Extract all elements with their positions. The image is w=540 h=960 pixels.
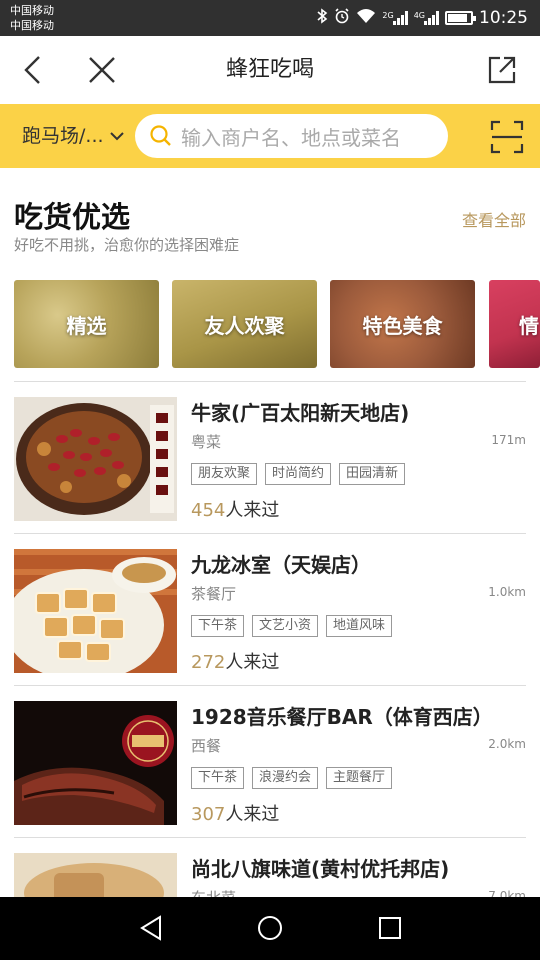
share-button[interactable]: [486, 54, 518, 86]
signal-sim1-icon: 2G: [382, 11, 408, 25]
sim2-network-label: 4G: [413, 11, 425, 20]
close-icon: [89, 57, 115, 83]
tag-list: 下午茶 浪漫约会 主题餐厅: [191, 767, 393, 789]
restaurant-row[interactable]: 尚北八旗味道(黄村优托邦店) 东北菜 7.0km: [14, 839, 526, 897]
tag: 朋友欢聚: [191, 463, 258, 485]
sim1-network-label: 2G: [382, 11, 394, 20]
visit-suffix: 人来过: [225, 804, 280, 825]
tag: 文艺小资: [252, 615, 319, 637]
tag: 地道风味: [326, 615, 393, 637]
search-icon: [150, 125, 171, 146]
battery-icon: [445, 11, 476, 25]
category-label: 特色美食: [362, 313, 443, 338]
bluetooth-icon: [316, 8, 328, 28]
close-button[interactable]: [86, 54, 118, 86]
carrier-1-label: 中国移动: [10, 4, 54, 17]
tag: 浪漫约会: [252, 767, 319, 789]
restaurant-category: 茶餐厅: [191, 585, 237, 603]
restaurant-distance: 171m: [491, 433, 526, 447]
triangle-back-icon: [140, 915, 161, 941]
section-title: 吃货优选: [14, 200, 131, 234]
nav-recents-button[interactable]: [375, 913, 405, 943]
chevron-down-icon: [109, 132, 124, 141]
tag: 下午茶: [191, 767, 245, 789]
visit-count: 307人来过: [191, 800, 279, 826]
location-label: 跑马场/...: [22, 125, 104, 147]
system-navigation-bar: [0, 897, 540, 960]
visit-suffix: 人来过: [225, 500, 280, 521]
restaurant-category: 东北菜: [191, 887, 236, 897]
restaurant-name: 牛家(广百太阳新天地店): [191, 401, 410, 425]
category-card-friends[interactable]: 友人欢聚: [172, 280, 317, 368]
visit-count: 272人来过: [191, 648, 279, 674]
restaurant-name: 1928音乐餐厅BAR（体育西店）: [191, 705, 493, 729]
back-button[interactable]: [18, 54, 50, 86]
divider: [14, 381, 526, 382]
wifi-icon: [356, 8, 376, 28]
category-carousel[interactable]: 精选 友人欢聚 特色美食 情: [14, 280, 540, 368]
see-all-link[interactable]: 查看全部: [462, 207, 526, 231]
restaurant-row[interactable]: 九龙冰室（天娱店） 茶餐厅 1.0km 下午茶 文艺小资 地道风味 272人来过: [14, 535, 526, 673]
scan-button[interactable]: [490, 120, 524, 154]
restaurant-distance: 7.0km: [488, 889, 526, 897]
chevron-left-icon: [24, 56, 40, 84]
tag: 时尚简约: [265, 463, 332, 485]
divider: [14, 685, 526, 686]
restaurant-photo: [14, 701, 177, 825]
nav-home-button[interactable]: [255, 913, 285, 943]
restaurant-distance: 2.0km: [488, 737, 526, 751]
category-label: 友人欢聚: [204, 313, 285, 338]
restaurant-photo: [14, 853, 177, 897]
restaurant-category: 粤菜: [191, 433, 222, 451]
search-placeholder: 输入商户名、地点或菜名: [181, 125, 401, 150]
restaurant-category: 西餐: [191, 737, 222, 755]
section-subtitle: 好吃不用挑，治愈你的选择困难症: [14, 236, 240, 254]
tag: 下午茶: [191, 615, 245, 637]
visit-number: 272: [191, 652, 226, 673]
restaurant-photo: [14, 397, 177, 521]
title-bar: 蜂狂吃喝: [0, 36, 540, 104]
status-bar: 中国移动 中国移动 2G 4G 10:25: [0, 0, 540, 36]
visit-suffix: 人来过: [225, 652, 280, 673]
visit-number: 454: [191, 500, 226, 521]
category-card-featured[interactable]: 精选: [14, 280, 159, 368]
alarm-icon: [334, 8, 350, 28]
category-card-specialty[interactable]: 特色美食: [330, 280, 475, 368]
tag-list: 朋友欢聚 时尚简约 田园清新: [191, 463, 406, 485]
scan-icon: [490, 120, 524, 154]
signal-sim2-icon: 4G: [414, 11, 439, 25]
tag-list: 下午茶 文艺小资 地道风味: [191, 615, 393, 637]
page-title: 蜂狂吃喝: [225, 57, 314, 82]
restaurant-name: 尚北八旗味道(黄村优托邦店): [191, 857, 450, 881]
tag: 主题餐厅: [326, 767, 393, 789]
search-input[interactable]: 输入商户名、地点或菜名: [135, 114, 448, 158]
restaurant-row[interactable]: 牛家(广百太阳新天地店) 粤菜 171m 朋友欢聚 时尚简约 田园清新 454人…: [14, 383, 526, 521]
location-selector[interactable]: 跑马场/...: [22, 104, 124, 168]
nav-back-button[interactable]: [136, 913, 166, 943]
category-label: 精选: [66, 313, 107, 338]
clock-time: 10:25: [479, 8, 528, 28]
divider: [14, 533, 526, 534]
restaurant-photo: [14, 549, 177, 673]
carrier-2-label: 中国移动: [10, 19, 54, 32]
category-card-partial[interactable]: 情: [489, 280, 540, 368]
circle-home-icon: [258, 916, 282, 940]
restaurant-name: 九龙冰室（天娱店）: [191, 553, 371, 577]
visit-count: 454人来过: [191, 496, 279, 522]
visit-number: 307: [191, 804, 226, 825]
restaurant-row[interactable]: 1928音乐餐厅BAR（体育西店） 西餐 2.0km 下午茶 浪漫约会 主题餐厅…: [14, 687, 526, 825]
search-bar: 跑马场/... 输入商户名、地点或菜名: [0, 104, 540, 168]
divider: [14, 837, 526, 838]
share-icon: [488, 56, 516, 84]
restaurant-distance: 1.0km: [488, 585, 526, 599]
square-recents-icon: [379, 917, 401, 939]
category-label: 情: [519, 313, 539, 338]
tag: 田园清新: [339, 463, 406, 485]
